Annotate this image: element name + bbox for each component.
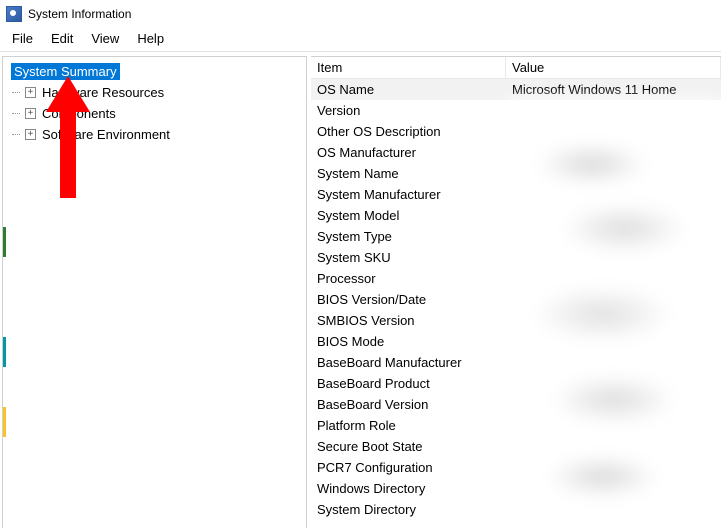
tree-connector [12, 113, 20, 114]
cell-item: System SKU [311, 250, 506, 265]
cell-item: Version [311, 103, 506, 118]
expand-icon[interactable]: + [25, 87, 36, 98]
grid-row[interactable]: BaseBoard Product [311, 373, 721, 394]
grid-header: Item Value [311, 57, 721, 79]
tree-node-hardware-resources[interactable]: + Hardware Resources [7, 82, 302, 103]
cell-value: Microsoft Windows 11 Home [506, 82, 721, 97]
titlebar: System Information [0, 0, 721, 28]
column-header-item[interactable]: Item [311, 57, 506, 78]
menu-file[interactable]: File [4, 30, 41, 47]
grid-row[interactable]: BIOS Version/Date [311, 289, 721, 310]
grid-row[interactable]: Version [311, 100, 721, 121]
cell-item: BIOS Version/Date [311, 292, 506, 307]
tree-connector [12, 134, 20, 135]
cell-item: PCR7 Configuration [311, 460, 506, 475]
menu-edit[interactable]: Edit [43, 30, 81, 47]
tree-label: Software Environment [42, 127, 170, 142]
cell-item: BaseBoard Manufacturer [311, 355, 506, 370]
grid-row[interactable]: System SKU [311, 247, 721, 268]
grid-row[interactable]: System Name [311, 163, 721, 184]
grid-row[interactable]: Windows Directory [311, 478, 721, 499]
cell-item: BIOS Mode [311, 334, 506, 349]
cell-item: Windows Directory [311, 481, 506, 496]
cell-item: System Type [311, 229, 506, 244]
grid-row[interactable]: BIOS Mode [311, 331, 721, 352]
grid-row[interactable]: Secure Boot State [311, 436, 721, 457]
grid-row[interactable]: PCR7 Configuration [311, 457, 721, 478]
cell-item: Processor [311, 271, 506, 286]
content-area: System Summary + Hardware Resources + Co… [0, 52, 721, 528]
grid-row[interactable]: System Model [311, 205, 721, 226]
tree-label: Hardware Resources [42, 85, 164, 100]
cell-item: SMBIOS Version [311, 313, 506, 328]
cell-item: System Model [311, 208, 506, 223]
tree-node-components[interactable]: + Components [7, 103, 302, 124]
cell-item: BaseBoard Version [311, 397, 506, 412]
column-header-value[interactable]: Value [506, 57, 721, 78]
cell-item: Platform Role [311, 418, 506, 433]
menubar: File Edit View Help [0, 28, 721, 52]
expand-icon[interactable]: + [25, 129, 36, 140]
grid-row[interactable]: SMBIOS Version [311, 310, 721, 331]
tree-connector [12, 92, 20, 93]
grid-row[interactable]: Processor [311, 268, 721, 289]
cell-item: OS Name [311, 82, 506, 97]
cell-item: BaseBoard Product [311, 376, 506, 391]
cell-item: Other OS Description [311, 124, 506, 139]
grid-body: OS NameMicrosoft Windows 11 HomeVersionO… [311, 79, 721, 520]
app-icon [6, 6, 22, 22]
window-title: System Information [28, 7, 131, 21]
grid-row[interactable]: BaseBoard Version [311, 394, 721, 415]
grid-row[interactable]: Other OS Description [311, 121, 721, 142]
tree-label: Components [42, 106, 116, 121]
grid-row[interactable]: OS NameMicrosoft Windows 11 Home [311, 79, 721, 100]
cell-item: OS Manufacturer [311, 145, 506, 160]
cell-item: System Directory [311, 502, 506, 517]
tree-node-system-summary[interactable]: System Summary [7, 61, 302, 82]
cell-item: System Manufacturer [311, 187, 506, 202]
grid-row[interactable]: System Type [311, 226, 721, 247]
sidebar-tree-panel: System Summary + Hardware Resources + Co… [2, 56, 307, 528]
details-panel: Item Value OS NameMicrosoft Windows 11 H… [311, 56, 721, 528]
tree-label: System Summary [11, 63, 120, 80]
grid-row[interactable]: OS Manufacturer [311, 142, 721, 163]
grid-row[interactable]: Platform Role [311, 415, 721, 436]
menu-help[interactable]: Help [129, 30, 172, 47]
grid-row[interactable]: System Directory [311, 499, 721, 520]
grid-row[interactable]: System Manufacturer [311, 184, 721, 205]
grid-row[interactable]: BaseBoard Manufacturer [311, 352, 721, 373]
menu-view[interactable]: View [83, 30, 127, 47]
expand-icon[interactable]: + [25, 108, 36, 119]
cell-item: System Name [311, 166, 506, 181]
cell-item: Secure Boot State [311, 439, 506, 454]
tree-node-software-environment[interactable]: + Software Environment [7, 124, 302, 145]
